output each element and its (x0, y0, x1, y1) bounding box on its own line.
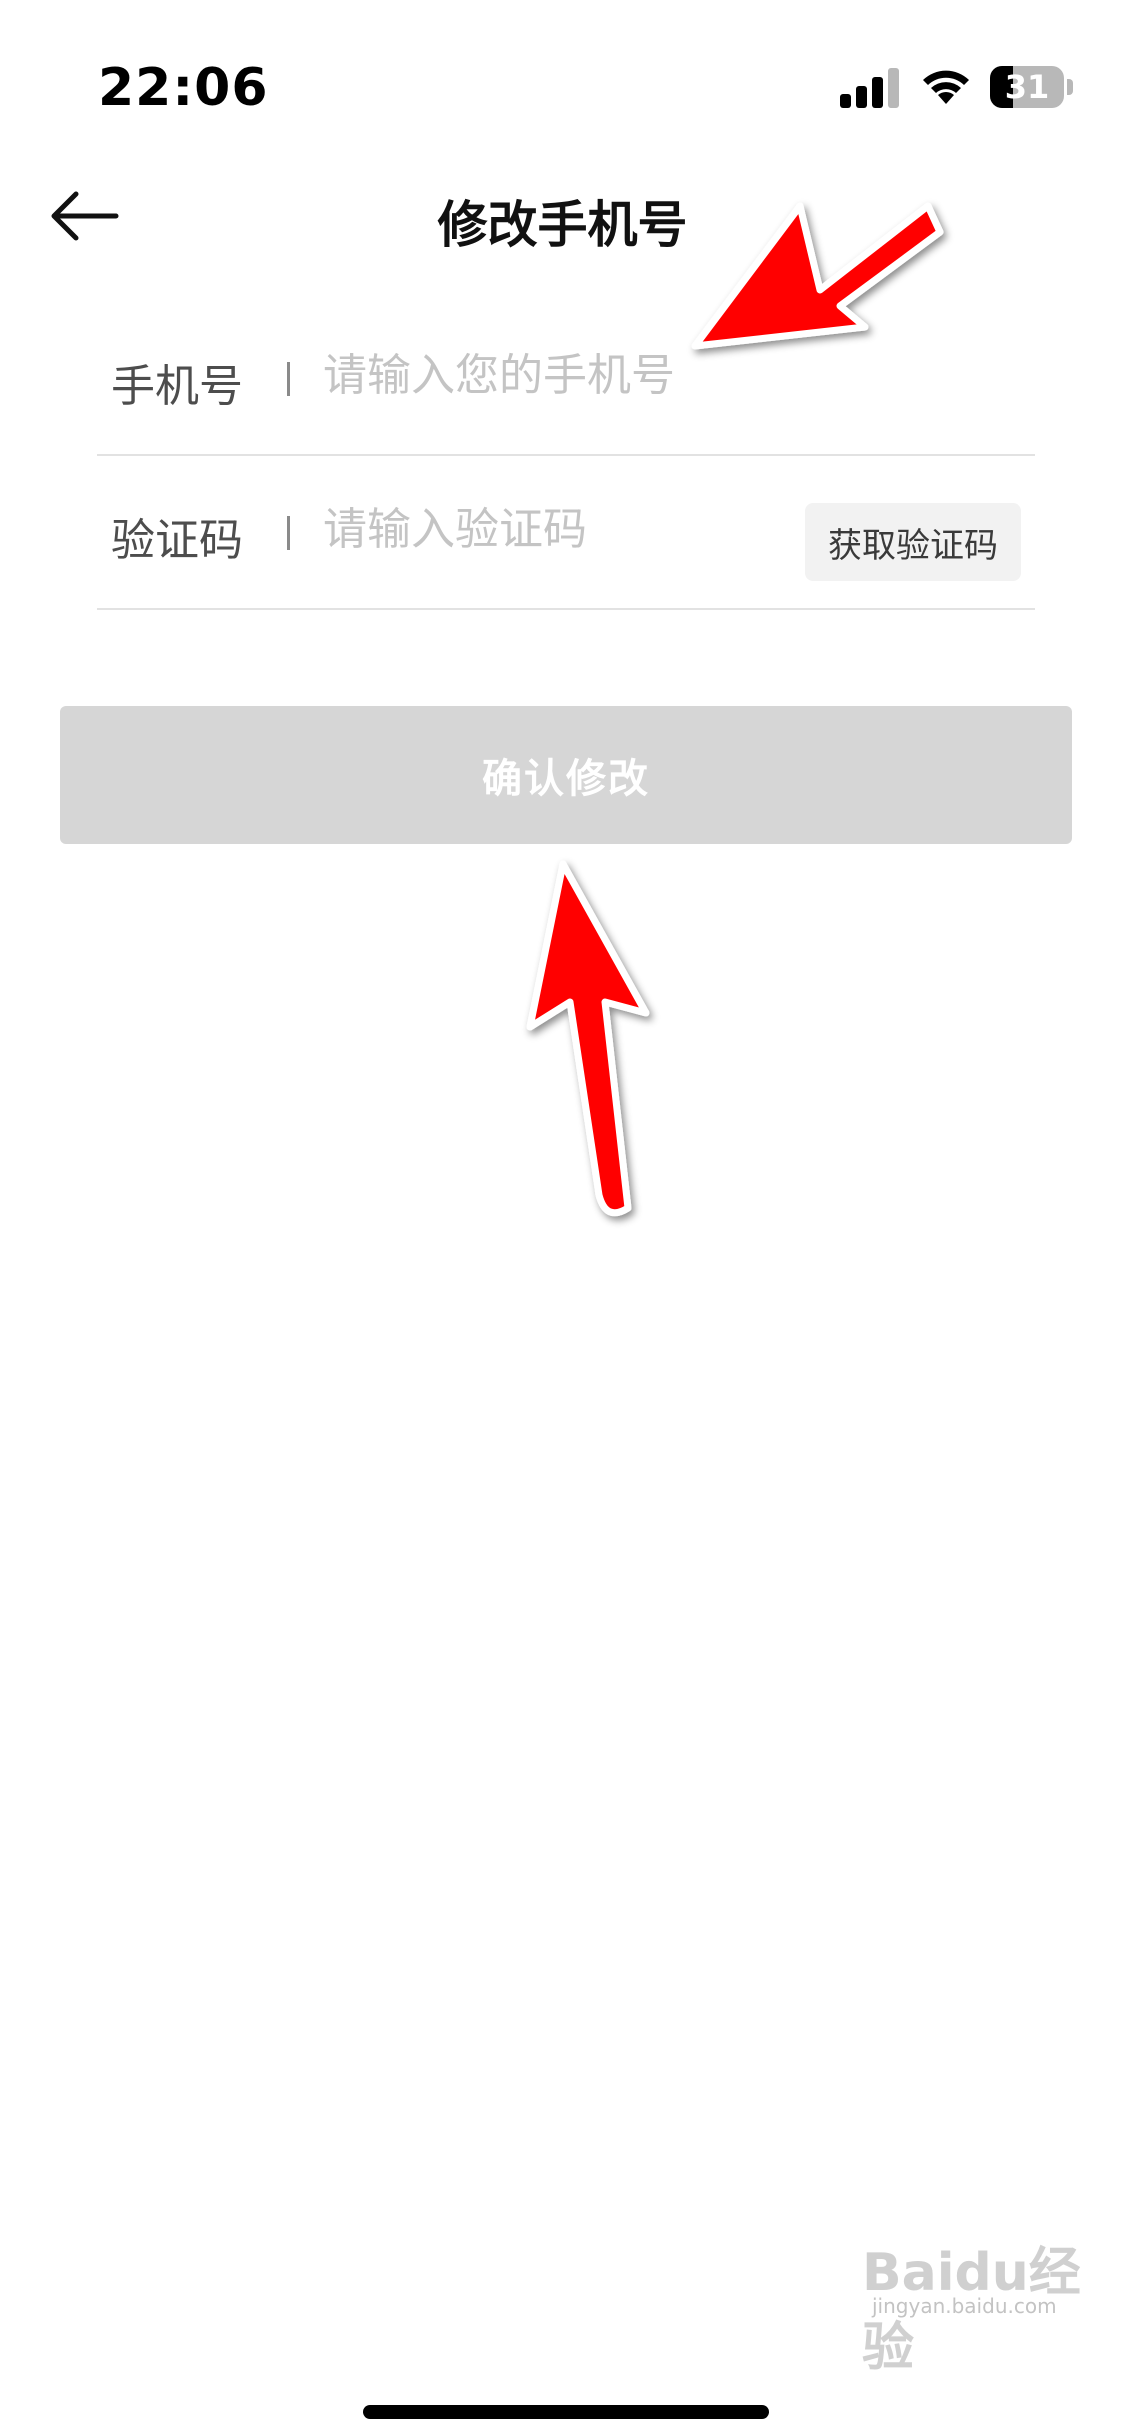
status-bar: 22:06 31 (0, 0, 1125, 150)
arrow-pointing-to-confirm-button (526, 860, 650, 1217)
status-time: 22:06 (98, 58, 269, 118)
phone-input[interactable] (323, 338, 883, 412)
wifi-icon (923, 70, 969, 104)
watermark-sub: jingyan.baidu.com (872, 2294, 1057, 2318)
cellular-signal-icon (840, 68, 899, 108)
code-label: 验证码 (111, 515, 243, 566)
confirm-button[interactable]: 确认修改 (60, 706, 1072, 844)
home-indicator[interactable] (363, 2405, 769, 2419)
code-input[interactable] (323, 492, 763, 566)
phone-label: 手机号 (111, 361, 243, 412)
field-separator (287, 516, 290, 550)
code-row: 验证码 获取验证码 (97, 454, 1035, 610)
baidu-jingyan-watermark: Baidu经验 jingyan.baidu.com (862, 2230, 1082, 2378)
phone-row: 手机号 (97, 300, 1035, 456)
battery-icon: 31 (990, 66, 1073, 108)
field-separator (287, 362, 290, 396)
battery-cap (1067, 79, 1073, 95)
get-code-button[interactable]: 获取验证码 (805, 503, 1021, 581)
battery-body: 31 (990, 66, 1064, 108)
page-title: 修改手机号 (437, 196, 688, 254)
battery-level: 31 (1004, 68, 1050, 106)
